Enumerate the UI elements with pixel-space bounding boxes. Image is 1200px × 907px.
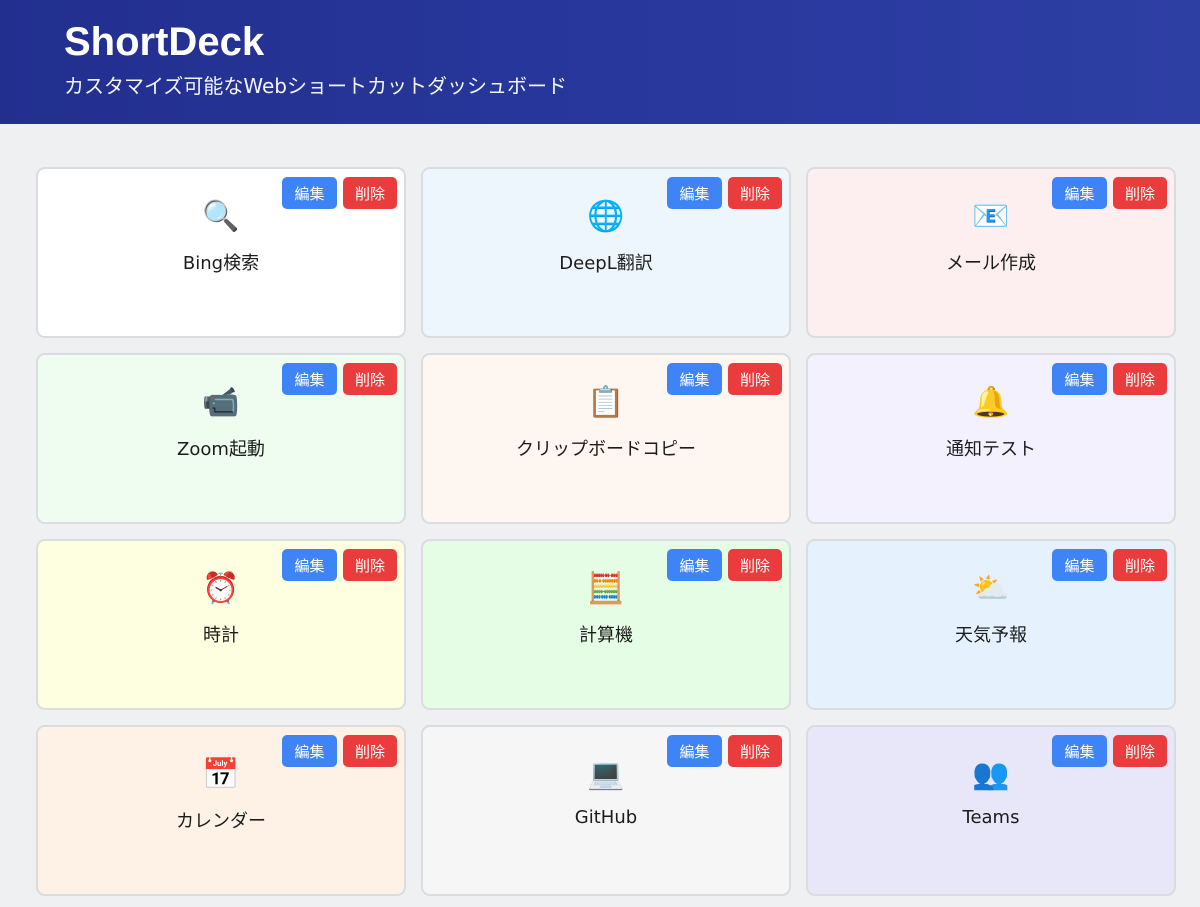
shortcut-card[interactable]: 編集 削除 🧮 計算機 xyxy=(421,539,791,710)
shortcut-card[interactable]: 編集 削除 ⛅ 天気予報 xyxy=(806,539,1176,710)
abacus-icon: 🧮 xyxy=(587,571,625,606)
shortcut-label: 計算機 xyxy=(579,625,633,646)
video-camera-icon: 📹 xyxy=(202,385,240,420)
sun-cloud-icon: ⛅ xyxy=(972,571,1010,606)
shortcut-card[interactable]: 編集 削除 🔔 通知テスト xyxy=(806,353,1176,524)
shortcut-card[interactable]: 編集 削除 🔍 Bing検索 xyxy=(36,167,406,338)
shortcut-card[interactable]: 編集 削除 📹 Zoom起動 xyxy=(36,353,406,524)
app-subtitle: カスタマイズ可能なWebショートカットダッシュボード xyxy=(64,74,568,98)
shortcut-card[interactable]: 編集 削除 📋 クリップボードコピー xyxy=(421,353,791,524)
shortcut-label: 通知テスト xyxy=(946,439,1036,460)
shortcut-label: GitHub xyxy=(574,807,638,828)
shortcut-card[interactable]: 編集 削除 📅 カレンダー xyxy=(36,725,406,896)
shortcut-grid: 編集 削除 🔍 Bing検索 編集 削除 🌐 DeepL翻訳 編集 削除 📧 メール作成 編集 削除 📹 Zo… xyxy=(36,167,1177,896)
shortcut-card[interactable]: 編集 削除 🌐 DeepL翻訳 xyxy=(421,167,791,338)
shortcut-label: Bing検索 xyxy=(182,253,260,274)
shortcut-label: メール作成 xyxy=(946,253,1036,274)
shortcut-card[interactable]: 編集 削除 💻 GitHub xyxy=(421,725,791,896)
calendar-icon: 📅 xyxy=(202,757,240,792)
shortcut-label: Teams xyxy=(962,807,1020,828)
email-icon: 📧 xyxy=(972,199,1010,234)
magnifier-icon: 🔍 xyxy=(202,199,240,234)
people-icon: 👥 xyxy=(972,757,1010,792)
app-header: ShortDeck カスタマイズ可能なWebショートカットダッシュボード xyxy=(0,0,1200,124)
shortcut-label: カレンダー xyxy=(176,811,266,832)
bell-icon: 🔔 xyxy=(972,385,1010,420)
shortcut-label: クリップボードコピー xyxy=(516,439,696,460)
shortcut-label: 時計 xyxy=(203,625,239,646)
shortcut-card[interactable]: 編集 削除 📧 メール作成 xyxy=(806,167,1176,338)
shortcut-label: DeepL翻訳 xyxy=(559,253,653,274)
alarm-clock-icon: ⏰ xyxy=(202,571,240,606)
shortcut-label: 天気予報 xyxy=(955,625,1027,646)
globe-icon: 🌐 xyxy=(587,199,625,234)
app-title: ShortDeck xyxy=(64,20,265,64)
laptop-icon: 💻 xyxy=(587,757,625,792)
clipboard-icon: 📋 xyxy=(587,385,625,420)
shortcut-card[interactable]: 編集 削除 👥 Teams xyxy=(806,725,1176,896)
shortcut-label: Zoom起動 xyxy=(177,439,265,460)
shortcut-card[interactable]: 編集 削除 ⏰ 時計 xyxy=(36,539,406,710)
